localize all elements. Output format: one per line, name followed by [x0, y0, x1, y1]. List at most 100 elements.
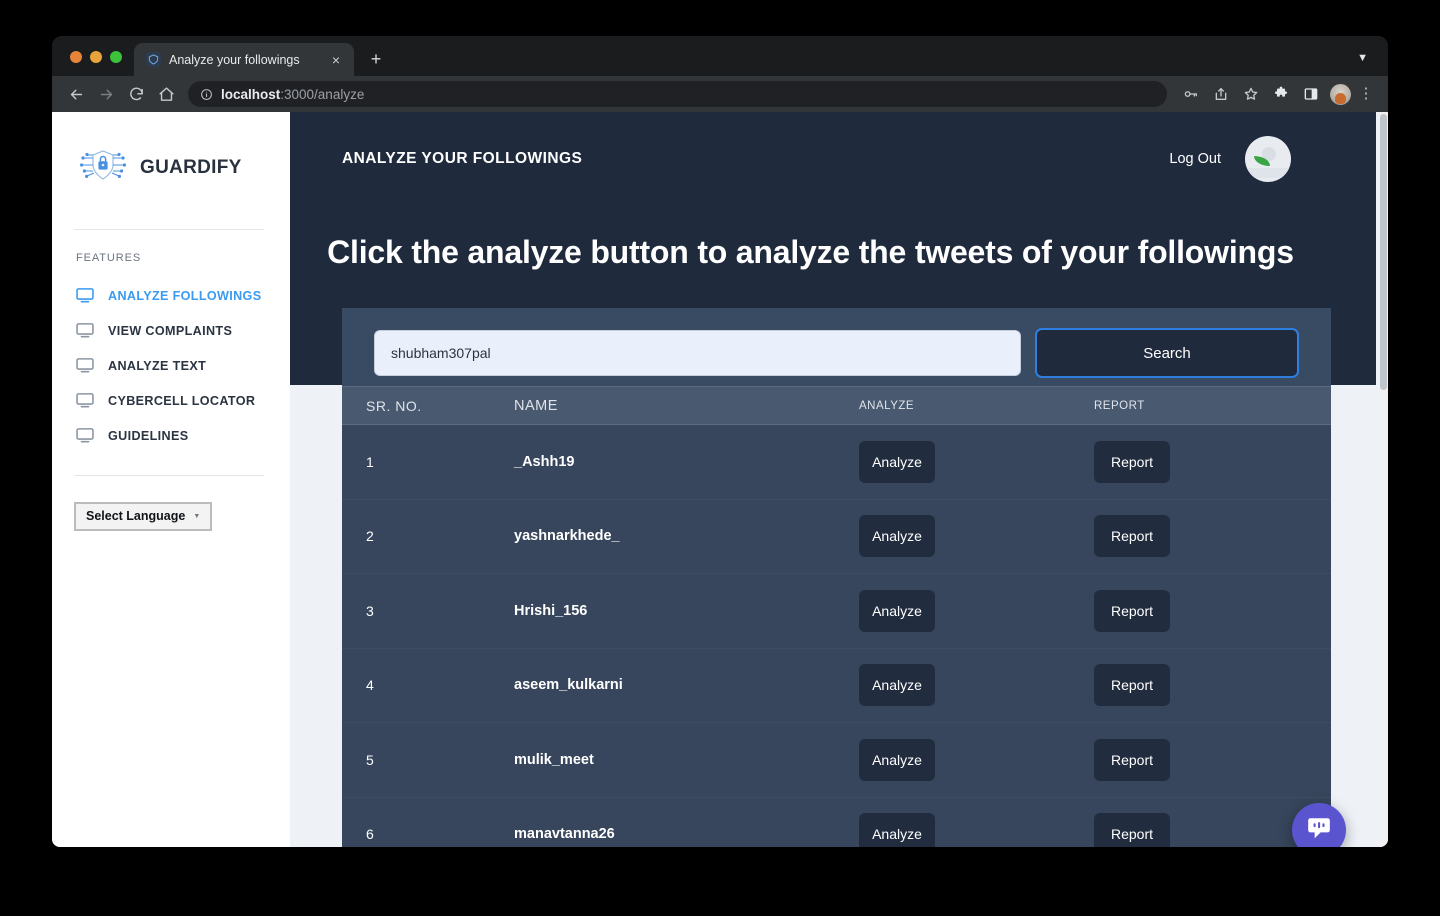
features-label: FEATURES — [76, 252, 142, 264]
report-button[interactable]: Report — [1094, 738, 1170, 781]
window-traffic-lights — [52, 51, 134, 76]
row-sr-no: 2 — [366, 528, 374, 545]
browser-tab[interactable]: Analyze your followings × — [134, 43, 354, 76]
row-analyze-cell: Analyze — [859, 813, 1094, 847]
sidebar-item-label: VIEW COMPLAINTS — [108, 323, 233, 338]
monitor-icon — [76, 393, 94, 408]
monitor-icon — [76, 288, 94, 303]
star-icon[interactable] — [1237, 80, 1265, 108]
column-header-report: REPORT — [1094, 399, 1145, 412]
browser-tabstrip: Analyze your followings × + ▼ — [52, 36, 1388, 76]
chat-bubble-icon — [1306, 815, 1332, 846]
chevron-down-icon: ▼ — [193, 512, 201, 520]
browser-menu-icon[interactable]: ⋮ — [1356, 80, 1376, 108]
table-row: 3 Hrishi_156 Analyze Report — [342, 574, 1331, 649]
scrollbar-thumb[interactable] — [1380, 114, 1387, 390]
row-report-cell: Report — [1094, 738, 1331, 781]
new-tab-button[interactable]: + — [362, 45, 390, 73]
site-info-icon[interactable] — [200, 88, 213, 101]
row-report-cell: Report — [1094, 664, 1331, 707]
row-sr-no: 6 — [366, 826, 374, 843]
guardify-shield-lock-icon — [80, 146, 126, 189]
row-report-cell: Report — [1094, 440, 1331, 483]
row-sr-no: 3 — [366, 602, 374, 619]
followings-table: SR. NO. NAME ANALYZE REPORT 1 _Ashh19 An… — [342, 386, 1331, 847]
report-button[interactable]: Report — [1094, 589, 1170, 632]
sidebar-item-label: ANALYZE FOLLOWINGS — [108, 288, 262, 303]
avatar-base — [1245, 168, 1291, 178]
search-input[interactable]: shubham307pal — [374, 330, 1021, 376]
address-bar[interactable]: localhost:3000/analyze — [188, 81, 1167, 107]
sidebar-item-label: CYBERCELL LOCATOR — [108, 393, 256, 408]
main-content: ANALYZE YOUR FOLLOWINGS Log Out Click th… — [290, 112, 1388, 847]
row-name: Hrishi_156 — [514, 602, 588, 619]
monitor-icon — [76, 428, 94, 443]
row-name: aseem_kulkarni — [514, 677, 623, 694]
reload-icon[interactable] — [122, 80, 150, 108]
page-title: ANALYZE YOUR FOLLOWINGS — [342, 150, 583, 167]
maximize-window-button[interactable] — [110, 51, 122, 63]
puzzle-icon[interactable] — [1267, 80, 1295, 108]
close-icon[interactable]: × — [326, 50, 346, 70]
row-name: mulik_meet — [514, 751, 594, 768]
report-button[interactable]: Report — [1094, 813, 1170, 847]
header-actions: Log Out — [1169, 136, 1291, 182]
sidebar-item-guidelines[interactable]: GUIDELINES — [74, 418, 264, 453]
row-name: _Ashh19 — [514, 453, 575, 470]
forward-icon[interactable] — [92, 80, 120, 108]
right-gutter-dark — [1331, 112, 1376, 385]
url-path: :3000/analyze — [280, 86, 365, 102]
search-bar: shubham307pal Search — [342, 308, 1331, 398]
analyze-button[interactable]: Analyze — [859, 440, 935, 483]
table-row: 4 aseem_kulkarni Analyze Report — [342, 648, 1331, 723]
analyze-button[interactable]: Analyze — [859, 813, 935, 847]
chevron-down-icon[interactable]: ▼ — [1357, 52, 1388, 76]
sidebar-item-analyze-followings[interactable]: ANALYZE FOLLOWINGS — [74, 278, 264, 313]
analyze-button[interactable]: Analyze — [859, 664, 935, 707]
toolbar-right-icons: ⋮ — [1177, 80, 1376, 108]
search-button[interactable]: Search — [1035, 328, 1299, 378]
sidebar-item-cybercell-locator[interactable]: CYBERCELL LOCATOR — [74, 383, 264, 418]
analyze-button[interactable]: Analyze — [859, 515, 935, 558]
page-scrollbar[interactable] — [1379, 112, 1388, 847]
row-analyze-cell: Analyze — [859, 738, 1094, 781]
browser-toolbar: localhost:3000/analyze ⋮ — [52, 76, 1388, 112]
home-icon[interactable] — [152, 80, 180, 108]
sidebar-divider-top — [74, 229, 264, 230]
share-icon[interactable] — [1207, 80, 1235, 108]
brand-logo[interactable]: GUARDIFY — [74, 138, 264, 189]
row-analyze-cell: Analyze — [859, 440, 1094, 483]
row-report-cell: Report — [1094, 515, 1331, 558]
table-header-row: SR. NO. NAME ANALYZE REPORT — [342, 386, 1331, 425]
report-button[interactable]: Report — [1094, 515, 1170, 558]
minimize-window-button[interactable] — [90, 51, 102, 63]
close-window-button[interactable] — [70, 51, 82, 63]
analyze-button[interactable]: Analyze — [859, 589, 935, 632]
table-row: 2 yashnarkhede_ Analyze Report — [342, 499, 1331, 574]
address-bar-url: localhost:3000/analyze — [221, 87, 364, 102]
report-button[interactable]: Report — [1094, 440, 1170, 483]
row-sr-no: 5 — [366, 751, 374, 768]
hero-headline: Click the analyze button to analyze the … — [327, 234, 1294, 270]
analyze-button[interactable]: Analyze — [859, 738, 935, 781]
sidebar-item-label: ANALYZE TEXT — [108, 358, 207, 373]
side-panel-icon[interactable] — [1297, 80, 1325, 108]
sidebar-item-view-complaints[interactable]: VIEW COMPLAINTS — [74, 313, 264, 348]
back-icon[interactable] — [62, 80, 90, 108]
table-row: 1 _Ashh19 Analyze Report — [342, 425, 1331, 500]
sidebar-item-label: GUIDELINES — [108, 428, 189, 443]
page-header: ANALYZE YOUR FOLLOWINGS Log Out — [290, 112, 1331, 182]
sidebar-item-analyze-text[interactable]: ANALYZE TEXT — [74, 348, 264, 383]
app-sidebar: GUARDIFY FEATURES ANALYZE FOLLOWINGS VIE… — [52, 112, 290, 847]
column-header-sr-no: SR. NO. — [366, 397, 422, 414]
table-row: 6 manavtanna26 Analyze Report — [342, 797, 1331, 847]
key-icon[interactable] — [1177, 80, 1205, 108]
profile-avatar[interactable] — [1330, 83, 1351, 105]
row-name: manavtanna26 — [514, 826, 615, 843]
browser-window: Analyze your followings × + ▼ localhost:… — [52, 36, 1388, 847]
logout-button[interactable]: Log Out — [1169, 151, 1221, 167]
language-select[interactable]: Select Language ▼ — [74, 502, 213, 531]
sidebar-divider-bottom — [74, 475, 264, 476]
report-button[interactable]: Report — [1094, 664, 1170, 707]
avatar[interactable] — [1245, 136, 1291, 182]
